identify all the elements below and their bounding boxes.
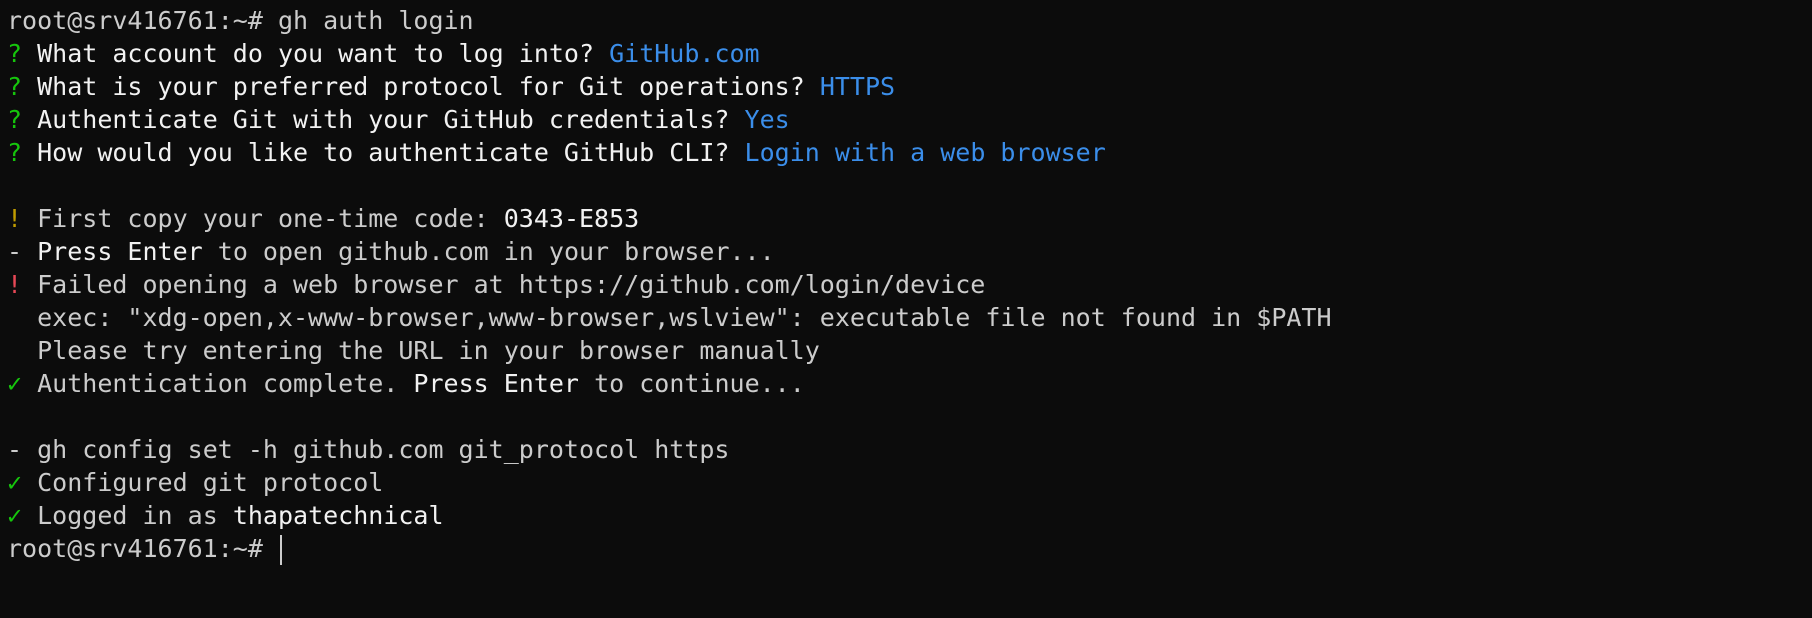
manual-hint-text: Please try entering the URL in your brow… (37, 336, 820, 365)
one-time-code: 0343-E853 (503, 204, 640, 233)
check-icon: ✓ (7, 501, 23, 530)
exec-error-text: exec: "xdg-open,x-www-browser,www-browse… (37, 303, 1332, 332)
text-cursor[interactable] (279, 535, 282, 565)
question-text: What account do you want to log into? (37, 39, 595, 68)
dash-marker: - (7, 435, 23, 464)
question-marker: ? (7, 39, 23, 68)
question-text: Authenticate Git with your GitHub creden… (37, 105, 730, 134)
error-marker: ! (7, 270, 23, 299)
check-icon: ✓ (7, 369, 23, 398)
warning-marker: ! (7, 204, 23, 233)
config-command-line: - gh config set -h github.com git_protoc… (7, 433, 1812, 466)
press-enter-emph: Press Enter (413, 369, 579, 398)
question-text: How would you like to authenticate GitHu… (37, 138, 730, 167)
one-time-code-line: ! First copy your one-time code: 0343-E8… (7, 202, 1812, 235)
question-marker: ? (7, 138, 23, 167)
question-answer: Login with a web browser (744, 138, 1106, 167)
exec-error-line: exec: "xdg-open,x-www-browser,www-browse… (7, 301, 1812, 334)
shell-prompt: root@srv416761:~# (7, 534, 263, 563)
command-text: gh auth login (277, 6, 474, 35)
final-prompt-line[interactable]: root@srv416761:~# (7, 532, 1812, 565)
error-text: Failed opening a web browser at https://… (37, 270, 986, 299)
question-answer: HTTPS (819, 72, 896, 101)
shell-prompt: root@srv416761:~# (7, 6, 263, 35)
manual-hint-line: Please try entering the URL in your brow… (7, 334, 1812, 367)
press-enter-rest: to open github.com in your browser... (217, 237, 775, 266)
question-text: What is your preferred protocol for Git … (37, 72, 805, 101)
error-line: ! Failed opening a web browser at https:… (7, 268, 1812, 301)
continue-text: to continue... (594, 369, 805, 398)
username: thapatechnical (232, 501, 444, 530)
question-marker: ? (7, 105, 23, 134)
question-line: ? What is your preferred protocol for Gi… (7, 70, 1812, 103)
question-line: ? Authenticate Git with your GitHub cred… (7, 103, 1812, 136)
press-enter-emph: Press Enter (37, 237, 203, 266)
terminal-window[interactable]: root@srv416761:~# gh auth login ? What a… (0, 0, 1812, 618)
question-line: ? How would you like to authenticate Git… (7, 136, 1812, 169)
question-answer: GitHub.com (609, 39, 760, 68)
check-icon: ✓ (7, 468, 23, 497)
auth-complete-line: ✓ Authentication complete. Press Enter t… (7, 367, 1812, 400)
config-command-text: gh config set -h github.com git_protocol… (37, 435, 730, 464)
dash-marker: - (7, 237, 23, 266)
logged-in-line: ✓ Logged in as thapatechnical (7, 499, 1812, 532)
configured-line: ✓ Configured git protocol (7, 466, 1812, 499)
question-answer: Yes (744, 105, 790, 134)
press-enter-line: - Press Enter to open github.com in your… (7, 235, 1812, 268)
logged-in-text: Logged in as (37, 501, 218, 530)
question-marker: ? (7, 72, 23, 101)
command-line: root@srv416761:~# gh auth login (7, 4, 1812, 37)
auth-complete-text: Authentication complete. (37, 369, 399, 398)
code-prompt-text: First copy your one-time code: (37, 204, 489, 233)
question-line: ? What account do you want to log into? … (7, 37, 1812, 70)
configured-text: Configured git protocol (37, 468, 384, 497)
